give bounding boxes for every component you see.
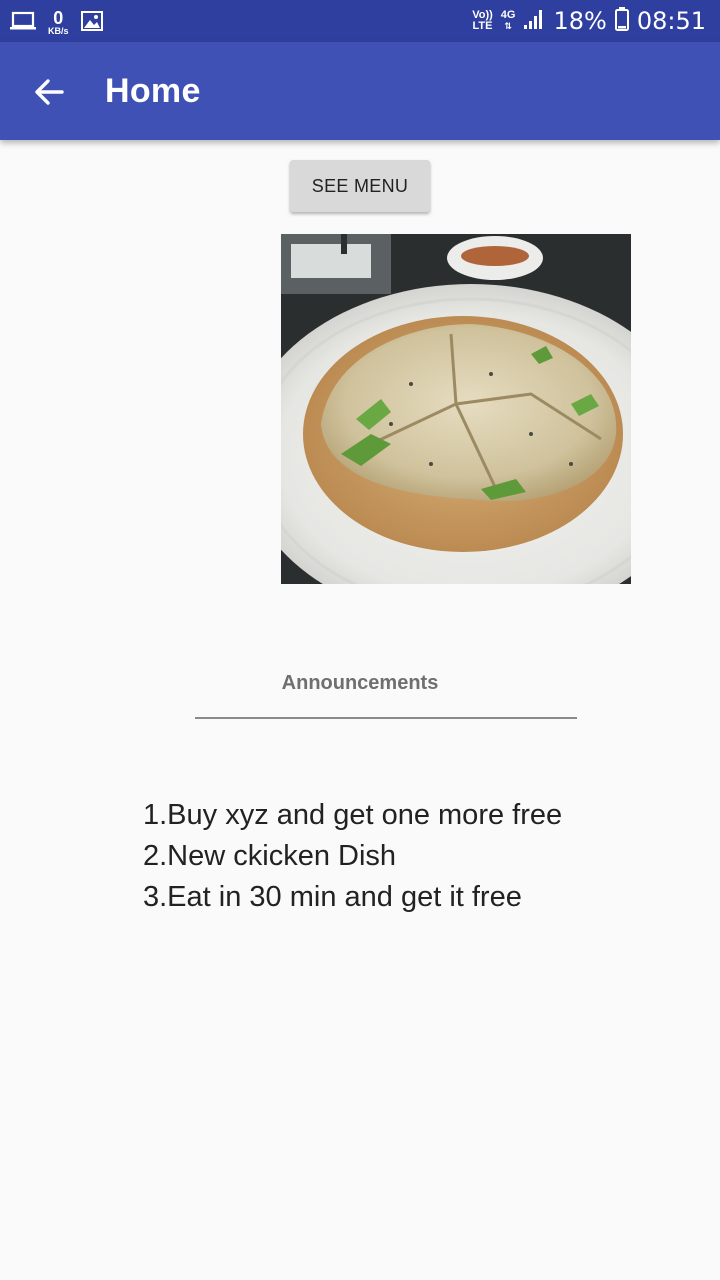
announcement-item: 1.Buy xyz and get one more free xyxy=(143,799,563,831)
announcements-list: 1.Buy xyz and get one more free 2.New ck… xyxy=(143,795,703,918)
back-arrow-icon xyxy=(35,79,64,105)
battery-percent: 18% xyxy=(553,7,607,35)
volte-bottom: LTE xyxy=(472,20,493,32)
clock: 08:51 xyxy=(636,7,706,35)
page-title: Home xyxy=(105,72,201,110)
network-type-label: 4G xyxy=(500,9,516,21)
announcements-divider xyxy=(195,717,577,719)
announcement-item: 3.Eat in 30 min and get it free xyxy=(143,881,522,913)
network-speed-unit: KB/s xyxy=(48,25,69,36)
food-image xyxy=(241,234,701,624)
volte-indicator: Vo)) LTE xyxy=(472,10,493,32)
image-icon xyxy=(80,11,103,31)
status-bar: 0 KB/s Vo)) LTE 4G ⇅ 18% 08:51 xyxy=(0,0,720,42)
back-button[interactable] xyxy=(22,66,76,118)
app-bar: Home xyxy=(0,42,720,140)
see-menu-button[interactable]: SEE MENU xyxy=(290,160,430,212)
network-type: 4G ⇅ xyxy=(500,9,516,32)
signal-icon xyxy=(523,8,545,35)
status-bar-right: Vo)) LTE 4G ⇅ 18% 08:51 xyxy=(472,0,706,42)
status-bar-left: 0 KB/s xyxy=(10,0,103,42)
network-speed: 0 KB/s xyxy=(48,9,69,36)
laptop-icon xyxy=(10,11,36,31)
announcement-item: 2.New ckicken Dish xyxy=(143,840,397,872)
announcements-title: Announcements xyxy=(281,672,439,694)
network-speed-value: 0 xyxy=(53,7,64,28)
battery-icon xyxy=(614,6,629,36)
